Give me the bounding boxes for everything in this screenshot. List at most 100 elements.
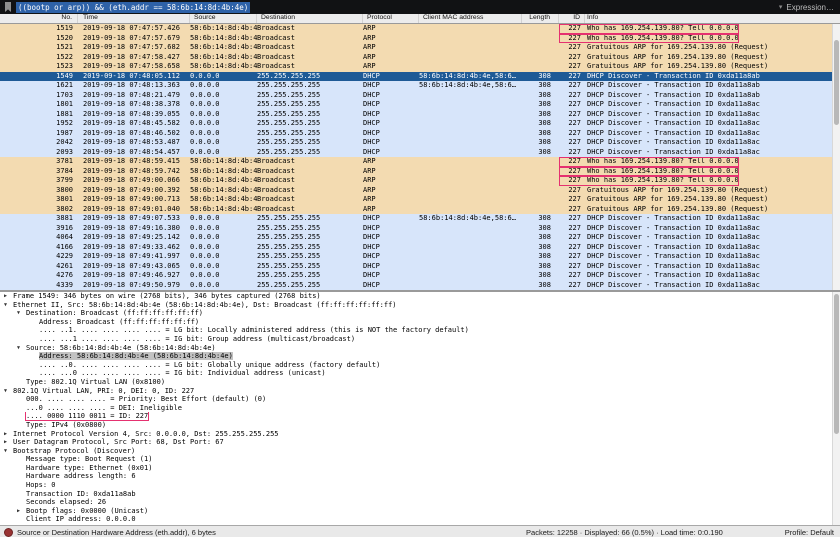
cell-info: Who has 169.254.139.80? Tell 0.0.0.0	[585, 157, 739, 167]
cell-mac	[419, 24, 522, 34]
detail-line[interactable]: Hardware type: Ethernet (0x01)	[0, 464, 840, 473]
column-header-time[interactable]: Time	[78, 14, 190, 23]
detail-line[interactable]: .... 0000 1110 0011 = ID: 227	[0, 412, 840, 421]
cell-src: 0.0.0.0	[190, 100, 257, 110]
detail-line[interactable]: Client IP address: 0.0.0.0	[0, 515, 840, 524]
expression-button[interactable]: Expression…	[786, 3, 836, 12]
packet-row-1523[interactable]: 15232019-09-18 07:47:58.65858:6b:14:8d:4…	[0, 62, 840, 72]
packet-row-1522[interactable]: 15222019-09-18 07:47:58.42758:6b:14:8d:4…	[0, 53, 840, 63]
details-scrollbar[interactable]	[832, 292, 840, 525]
detail-line[interactable]: Address: Broadcast (ff:ff:ff:ff:ff:ff)	[0, 318, 840, 327]
packet-row-1703[interactable]: 17032019-09-18 07:48:21.4790.0.0.0255.25…	[0, 91, 840, 101]
detail-line[interactable]: Type: IPv4 (0x0800)	[0, 421, 840, 430]
packet-row-1621[interactable]: 16212019-09-18 07:48:13.3630.0.0.0255.25…	[0, 81, 840, 91]
detail-line[interactable]: Seconds elapsed: 26	[0, 498, 840, 507]
packet-row-1801[interactable]: 18012019-09-18 07:48:38.3780.0.0.0255.25…	[0, 100, 840, 110]
packet-row-1519[interactable]: 15192019-09-18 07:47:57.42658:6b:14:8d:4…	[0, 24, 840, 34]
column-header-client_mac[interactable]: Client MAC address	[419, 14, 522, 23]
cell-src: 58:6b:14:8d:4b:4e	[190, 24, 257, 34]
packet-row-2093[interactable]: 20932019-09-18 07:48:54.4570.0.0.0255.25…	[0, 148, 840, 158]
detail-line[interactable]: Hardware address length: 6	[0, 472, 840, 481]
cell-time: 2019-09-18 07:49:00.392	[78, 186, 190, 196]
column-header-source[interactable]: Source	[190, 14, 257, 23]
column-header-no[interactable]: No.	[0, 14, 78, 23]
packet-row-3784[interactable]: 37842019-09-18 07:48:59.74258:6b:14:8d:4…	[0, 167, 840, 177]
cell-len: 308	[522, 224, 559, 234]
cell-len: 308	[522, 252, 559, 262]
expand-icon[interactable]: ▶	[17, 507, 26, 516]
detail-line[interactable]: Message type: Boot Request (1)	[0, 455, 840, 464]
cell-id: 227	[559, 167, 585, 177]
column-header-id[interactable]: ID	[559, 14, 585, 23]
detail-line[interactable]: Transaction ID: 0xda11a8ab	[0, 490, 840, 499]
detail-line[interactable]: ▶User Datagram Protocol, Src Port: 68, D…	[0, 438, 840, 447]
filter-bookmark-icon[interactable]	[4, 2, 12, 12]
cell-proto: ARP	[363, 186, 419, 196]
packet-row-3801[interactable]: 38012019-09-18 07:49:00.71358:6b:14:8d:4…	[0, 195, 840, 205]
packet-list-scrollbar[interactable]	[832, 24, 840, 290]
packet-row-1987[interactable]: 19872019-09-18 07:48:46.5020.0.0.0255.25…	[0, 129, 840, 139]
packet-row-1881[interactable]: 18812019-09-18 07:48:39.0550.0.0.0255.25…	[0, 110, 840, 120]
detail-line[interactable]: ...0 .... .... .... = DEI: Ineligible	[0, 404, 840, 413]
detail-text: Seconds elapsed: 26	[26, 498, 106, 506]
packet-row-4229[interactable]: 42292019-09-18 07:49:41.9970.0.0.0255.25…	[0, 252, 840, 262]
collapse-icon[interactable]: ▼	[4, 301, 13, 310]
packet-row-4339[interactable]: 43392019-09-18 07:49:50.9790.0.0.0255.25…	[0, 281, 840, 291]
packet-row-4276[interactable]: 42762019-09-18 07:49:46.9270.0.0.0255.25…	[0, 271, 840, 281]
collapse-icon[interactable]: ▼	[4, 387, 13, 396]
column-header-length[interactable]: Length	[522, 14, 559, 23]
column-header-info[interactable]: Info	[585, 14, 840, 23]
packet-row-3802[interactable]: 38022019-09-18 07:49:01.04058:6b:14:8d:4…	[0, 205, 840, 215]
detail-line[interactable]: Address: 58:6b:14:8d:4b:4e (58:6b:14:8d:…	[0, 352, 840, 361]
cell-src: 0.0.0.0	[190, 243, 257, 253]
collapse-icon[interactable]: ▼	[17, 344, 26, 353]
column-header-destination[interactable]: Destination	[257, 14, 363, 23]
detail-line[interactable]: Type: 802.1Q Virtual LAN (0x8100)	[0, 378, 840, 387]
detail-line[interactable]: .... ..1. .... .... .... .... = LG bit: …	[0, 326, 840, 335]
scrollbar-thumb[interactable]	[834, 294, 839, 434]
detail-line[interactable]: ▶Frame 1549: 346 bytes on wire (2768 bit…	[0, 292, 840, 301]
cell-src: 58:6b:14:8d:4b:4e	[190, 53, 257, 63]
display-filter-input[interactable]: ((bootp or arp)) && (eth.addr == 58:6b:1…	[16, 2, 250, 13]
profile-button[interactable]: Profile: Default	[785, 528, 834, 537]
packet-row-3881[interactable]: 38812019-09-18 07:49:07.5330.0.0.0255.25…	[0, 214, 840, 224]
expand-icon[interactable]: ▶	[4, 438, 13, 447]
detail-line[interactable]: Hops: 0	[0, 481, 840, 490]
collapse-icon[interactable]: ▼	[4, 447, 13, 456]
packet-row-4261[interactable]: 42612019-09-18 07:49:43.0650.0.0.0255.25…	[0, 262, 840, 272]
packet-row-4166[interactable]: 41662019-09-18 07:49:33.4620.0.0.0255.25…	[0, 243, 840, 253]
detail-line[interactable]: .... ..0. .... .... .... .... = LG bit: …	[0, 361, 840, 370]
packet-row-1521[interactable]: 15212019-09-18 07:47:57.68258:6b:14:8d:4…	[0, 43, 840, 53]
detail-line[interactable]: .... ...0 .... .... .... .... = IG bit: …	[0, 369, 840, 378]
packet-row-1549[interactable]: 15492019-09-18 07:48:05.1120.0.0.0255.25…	[0, 72, 840, 82]
packet-row-3799[interactable]: 37992019-09-18 07:49:00.06658:6b:14:8d:4…	[0, 176, 840, 186]
detail-line[interactable]: 000. .... .... .... = Priority: Best Eff…	[0, 395, 840, 404]
packet-row-1952[interactable]: 19522019-09-18 07:48:45.5820.0.0.0255.25…	[0, 119, 840, 129]
detail-line[interactable]: ▼Bootstrap Protocol (Discover)	[0, 447, 840, 456]
filter-dropdown-icon[interactable]: ▾	[779, 3, 783, 11]
packet-row-3916[interactable]: 39162019-09-18 07:49:16.3800.0.0.0255.25…	[0, 224, 840, 234]
expand-icon[interactable]: ▶	[4, 292, 13, 301]
cell-mac	[419, 186, 522, 196]
detail-line[interactable]: ▶Bootp flags: 0x0000 (Unicast)	[0, 507, 840, 516]
packet-row-3800[interactable]: 38002019-09-18 07:49:00.39258:6b:14:8d:4…	[0, 186, 840, 196]
packet-row-2042[interactable]: 20422019-09-18 07:48:53.4870.0.0.0255.25…	[0, 138, 840, 148]
cell-src: 58:6b:14:8d:4b:4e	[190, 34, 257, 44]
cell-mac	[419, 62, 522, 72]
detail-line[interactable]: .... ...1 .... .... .... .... = IG bit: …	[0, 335, 840, 344]
detail-line[interactable]: ▼Ethernet II, Src: 58:6b:14:8d:4b:4e (58…	[0, 301, 840, 310]
collapse-icon[interactable]: ▼	[17, 309, 26, 318]
cell-len	[522, 176, 559, 186]
expand-icon[interactable]: ▶	[4, 430, 13, 439]
packet-row-4064[interactable]: 40642019-09-18 07:49:25.1420.0.0.0255.25…	[0, 233, 840, 243]
detail-text: .... 0000 1110 0011 = ID: 227	[26, 412, 148, 420]
detail-line[interactable]: ▼802.1Q Virtual LAN, PRI: 0, DEI: 0, ID:…	[0, 387, 840, 396]
expert-info-icon[interactable]	[4, 528, 13, 537]
column-header-protocol[interactable]: Protocol	[363, 14, 419, 23]
packet-row-1520[interactable]: 15202019-09-18 07:47:57.67958:6b:14:8d:4…	[0, 34, 840, 44]
scrollbar-thumb[interactable]	[834, 40, 839, 125]
detail-line[interactable]: ▼Destination: Broadcast (ff:ff:ff:ff:ff:…	[0, 309, 840, 318]
packet-row-3781[interactable]: 37812019-09-18 07:48:59.41558:6b:14:8d:4…	[0, 157, 840, 167]
detail-line[interactable]: ▼Source: 58:6b:14:8d:4b:4e (58:6b:14:8d:…	[0, 344, 840, 353]
detail-line[interactable]: ▶Internet Protocol Version 4, Src: 0.0.0…	[0, 430, 840, 439]
